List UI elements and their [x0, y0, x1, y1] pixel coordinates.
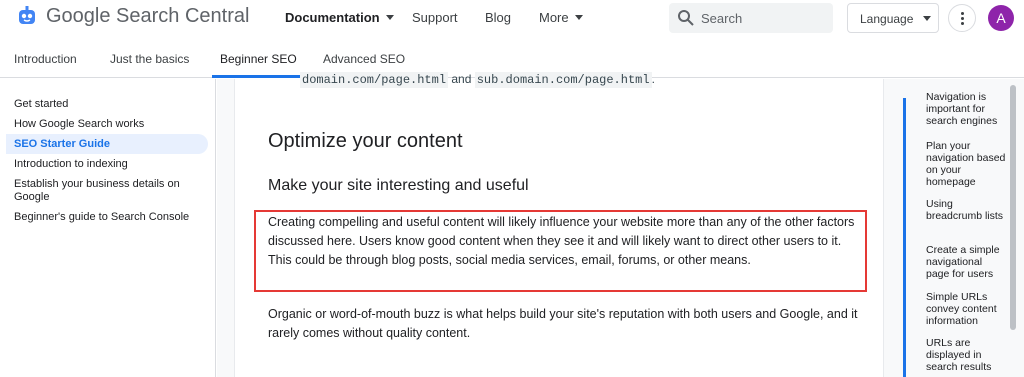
highlight-annotation-box [254, 210, 867, 292]
nav-support[interactable]: Support [412, 10, 458, 25]
chevron-down-icon [923, 16, 932, 21]
google-search-central-logo-icon[interactable] [16, 5, 38, 27]
code-period: . [651, 72, 655, 86]
nav-documentation[interactable]: Documentation [285, 10, 394, 25]
avatar[interactable]: A [988, 5, 1014, 31]
toc-scrollbar[interactable] [1010, 85, 1016, 330]
sidebar-item-seo-starter-guide[interactable]: SEO Starter Guide [14, 138, 194, 151]
more-options-button[interactable] [948, 4, 976, 32]
search-input[interactable] [701, 7, 827, 29]
toc-active-line [903, 98, 906, 377]
toc-item-simple-urls[interactable]: Simple URLs convey content information [926, 291, 1006, 327]
paragraph-organic-buzz: Organic or word-of-mouth buzz is what he… [268, 307, 858, 340]
nav-more-label: More [539, 10, 569, 25]
sidebar-item-search-console-guide[interactable]: Beginner's guide to Search Console [14, 211, 194, 224]
toc-item-breadcrumb-lists[interactable]: Using breadcrumb lists [926, 198, 1006, 222]
section-subheading: Make your site interesting and useful [268, 177, 529, 194]
language-label: Language [860, 12, 914, 26]
left-sidebar: Get started How Google Search works SEO … [0, 79, 216, 377]
chevron-down-icon [385, 15, 394, 20]
site-brand[interactable]: Google Search Central [46, 5, 249, 28]
code-and-text: and [448, 72, 475, 86]
tab-advanced-seo[interactable]: Advanced SEO [323, 52, 405, 66]
active-tab-indicator [212, 75, 308, 78]
language-button[interactable]: Language [847, 3, 939, 33]
search-icon [678, 10, 694, 26]
sidebar-item-establish-business-details[interactable]: Establish your business details on Googl… [14, 178, 194, 204]
dot [961, 22, 964, 25]
toc-item-navigation-important[interactable]: Navigation is important for search engin… [926, 91, 1006, 127]
nav-more[interactable]: More [539, 10, 583, 25]
sidebar-item-introduction-to-indexing[interactable]: Introduction to indexing [14, 158, 194, 171]
code-url-2: sub.domain.com/page.html [474, 72, 652, 88]
chevron-down-icon [574, 15, 583, 20]
nav-documentation-label: Documentation [285, 10, 380, 25]
tab-just-the-basics[interactable]: Just the basics [110, 52, 189, 66]
nav-blog[interactable]: Blog [485, 10, 511, 25]
sidebar-item-get-started[interactable]: Get started [14, 98, 194, 111]
code-snippet-line: domain.com/page.html and sub.domain.com/… [300, 72, 655, 88]
tab-beginner-seo[interactable]: Beginner SEO [220, 52, 297, 66]
toc-item-plan-navigation[interactable]: Plan your navigation based on your homep… [926, 140, 1006, 188]
dot [961, 17, 964, 20]
code-url-1: domain.com/page.html [300, 72, 449, 88]
dot [961, 12, 964, 15]
tab-introduction[interactable]: Introduction [14, 52, 77, 66]
section-heading: Optimize your content [268, 130, 463, 152]
toc-item-simple-navigational-page[interactable]: Create a simple navigational page for us… [926, 244, 1006, 280]
sidebar-item-how-google-search-works[interactable]: How Google Search works [14, 118, 194, 131]
search-box[interactable] [669, 3, 833, 33]
top-header: Google Search Central Documentation Supp… [0, 0, 1024, 36]
toc-item-urls-in-search-results[interactable]: URLs are displayed in search results [926, 337, 1006, 373]
